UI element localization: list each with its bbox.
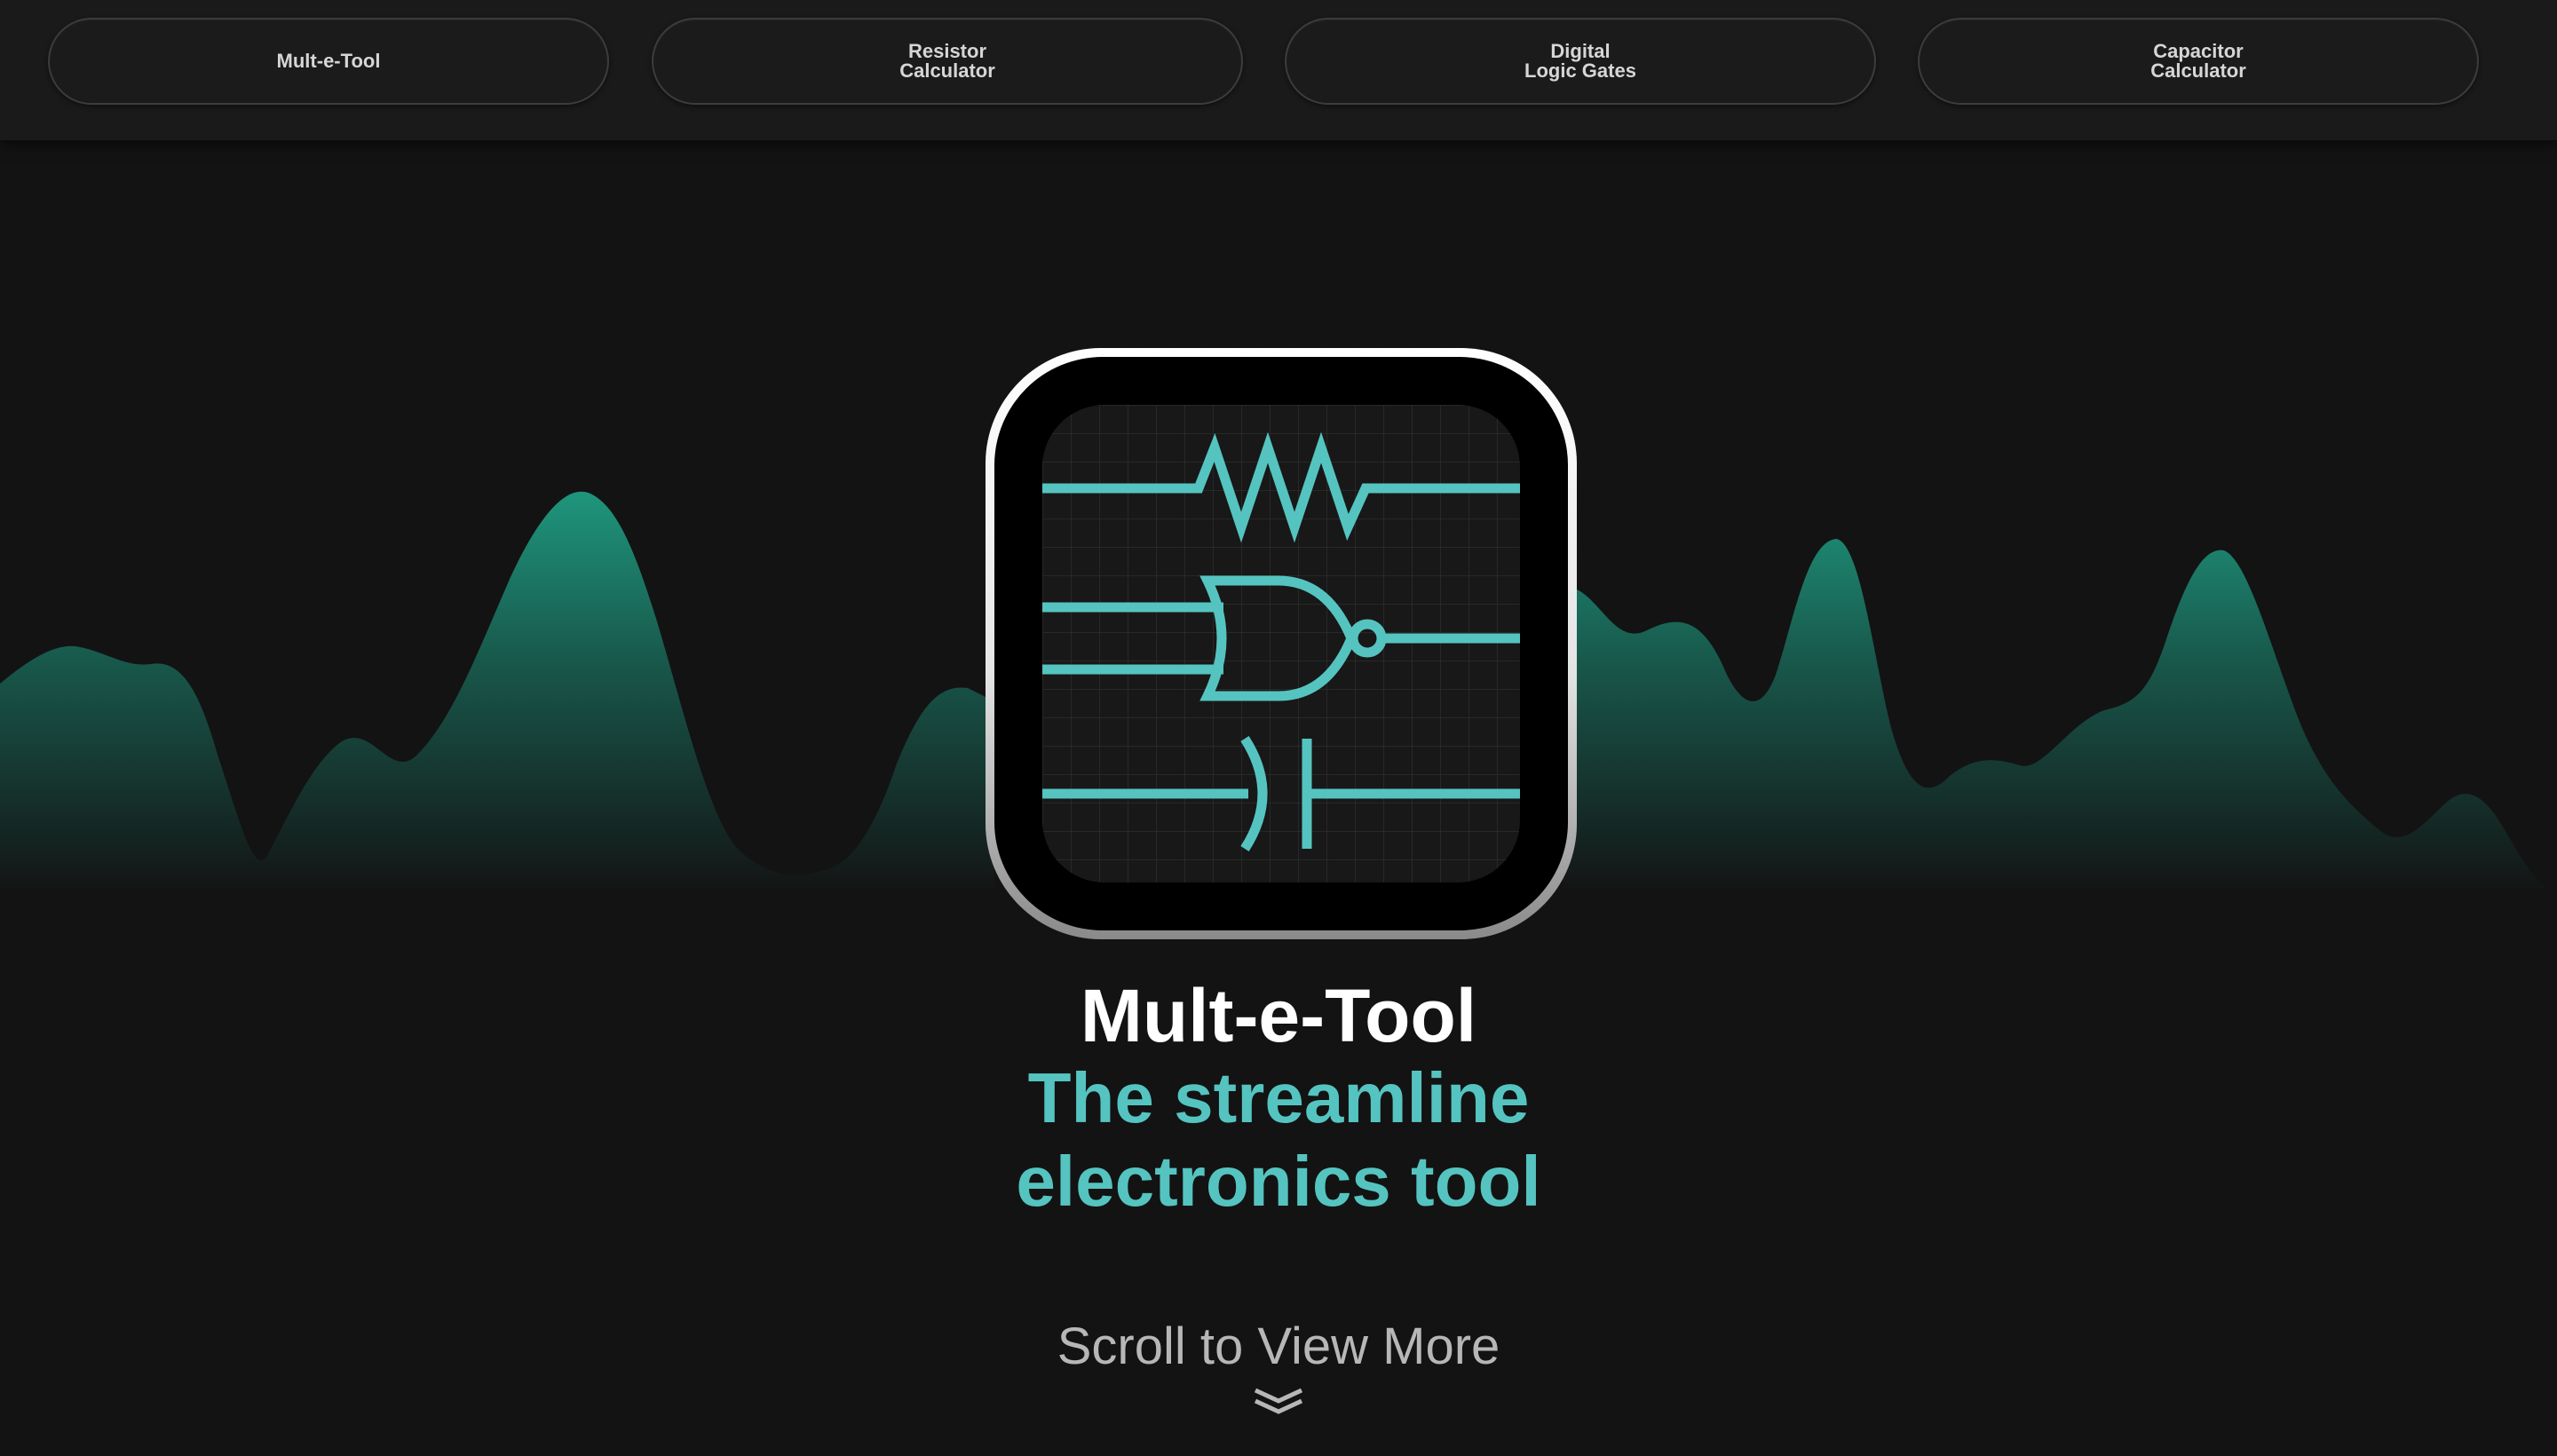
double-chevron-down-icon[interactable]: [1252, 1385, 1305, 1420]
circuit-symbols-icon: [986, 348, 1577, 939]
hero-tagline-line-2: electronics tool: [1016, 1142, 1541, 1221]
nav-button-label: Resistor Calculator: [899, 40, 995, 82]
scroll-to-view-more-link[interactable]: Scroll to View More: [0, 1316, 2557, 1378]
nav-button-label: Digital Logic Gates: [1524, 40, 1636, 82]
nav-button-capacitor-calculator[interactable]: Capacitor Calculator: [1918, 18, 2479, 105]
landing-page: Mult-e-Tool Resistor Calculator Digital …: [0, 0, 2557, 1456]
nav-button-resistor-calculator[interactable]: Resistor Calculator: [652, 18, 1243, 105]
nav-button-label: Mult-e-Tool: [276, 50, 381, 72]
hero-tagline: The streamline electronics tool: [0, 1056, 2557, 1223]
nav-button-label: Capacitor Calculator: [2150, 40, 2246, 82]
hero-title: Mult-e-Tool: [1080, 974, 1477, 1057]
hero-tagline-line-1: The streamline: [1027, 1058, 1530, 1137]
nav-button-digital-logic-gates[interactable]: Digital Logic Gates: [1285, 18, 1876, 105]
top-nav-bar: Mult-e-Tool Resistor Calculator Digital …: [0, 0, 2557, 141]
nav-button-mult-e-tool[interactable]: Mult-e-Tool: [48, 18, 609, 105]
